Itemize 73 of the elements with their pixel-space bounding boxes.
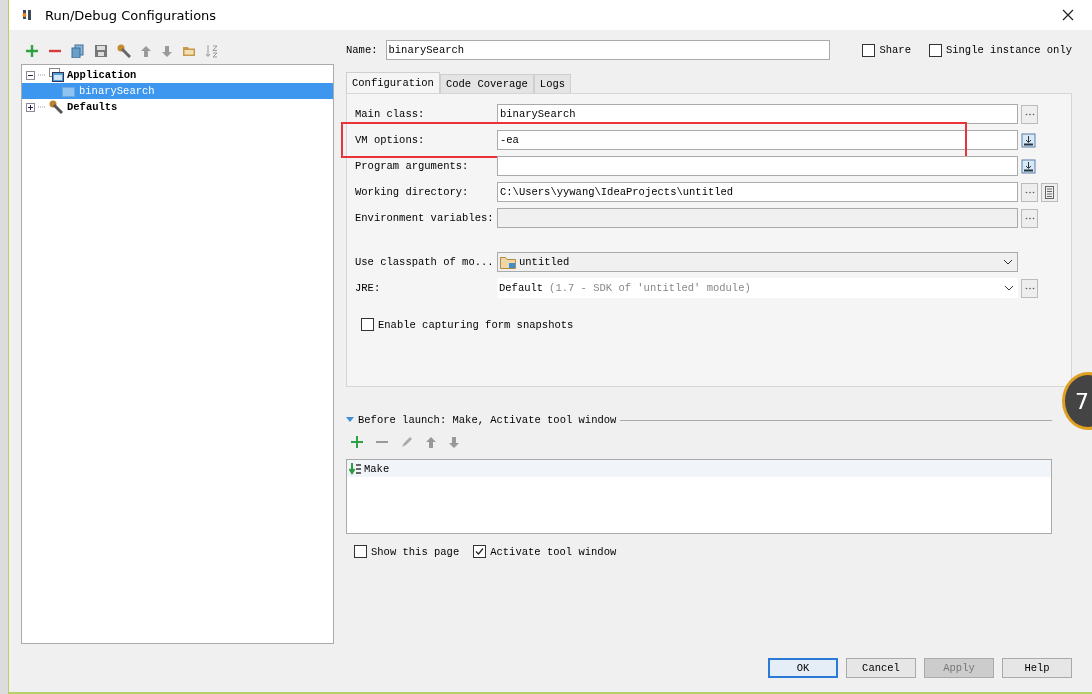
field-label: Working directory:	[355, 186, 470, 198]
task-label: Make	[364, 462, 390, 475]
move-down-icon[interactable]	[448, 435, 460, 449]
tab[interactable]: Code Coverage	[439, 74, 534, 93]
task-item[interactable]: Make	[347, 460, 1051, 477]
add-icon[interactable]	[350, 435, 364, 449]
ellipsis-icon[interactable]	[1024, 216, 1035, 220]
move-up-icon[interactable]	[140, 44, 152, 58]
checkbox[interactable]	[354, 545, 367, 558]
window-icon	[49, 68, 64, 82]
checkbox-label: Share	[879, 44, 911, 56]
tree-item[interactable]: Application	[22, 67, 333, 83]
tree-connector-line	[38, 74, 46, 76]
tree-connector-line	[38, 106, 46, 108]
tab[interactable]: Configuration	[346, 72, 440, 93]
checkbox[interactable]	[361, 318, 374, 331]
checkbox[interactable]	[862, 43, 876, 57]
field-label: Environment variables:	[355, 212, 495, 224]
wrench-icon	[49, 100, 64, 114]
collapse-arrow-icon[interactable]	[346, 416, 354, 424]
pencil-icon[interactable]	[400, 435, 414, 449]
dialog-button[interactable]: OK	[768, 658, 838, 678]
move-down-icon[interactable]	[161, 44, 173, 58]
module-dropdown[interactable]: untitled	[497, 252, 1018, 272]
tab[interactable]: Logs	[533, 74, 572, 93]
dialog-button[interactable]: Help	[1002, 658, 1072, 678]
ellipsis-icon[interactable]	[1024, 286, 1035, 290]
window-icon	[62, 85, 76, 97]
move-up-icon[interactable]	[425, 435, 437, 449]
collapse-icon[interactable]	[26, 70, 35, 80]
folder-icon[interactable]	[182, 44, 196, 58]
checkbox[interactable]	[473, 545, 487, 558]
checkbox-label: Single instance only	[945, 44, 1072, 56]
text-field[interactable]	[497, 156, 1018, 176]
checkbox-label: Enable capturing form snapshots	[378, 318, 574, 331]
add-icon[interactable]	[25, 44, 39, 58]
expand-icon[interactable]	[1021, 158, 1036, 174]
build-icon	[349, 462, 362, 475]
expand-icon[interactable]	[1021, 132, 1036, 148]
caret-icon	[1003, 259, 1013, 265]
field-label: JRE:	[355, 282, 382, 294]
document-icon	[1045, 185, 1054, 199]
sort-icon[interactable]	[205, 44, 219, 58]
name-label: Name:	[346, 44, 378, 56]
folder-icon	[500, 255, 516, 269]
checkbox-label: Activate tool window	[490, 545, 617, 558]
caret-icon	[1004, 285, 1014, 291]
text-field[interactable]: binarySearch	[497, 104, 1018, 124]
close-icon[interactable]	[1062, 9, 1074, 21]
window-title: Run/Debug Configurations	[45, 7, 218, 23]
tree-item[interactable]: Defaults	[22, 99, 333, 115]
field-label: Use classpath of mo...	[355, 256, 495, 268]
text-field[interactable]	[497, 208, 1018, 228]
ellipsis-icon[interactable]	[1024, 190, 1035, 194]
expand-icon[interactable]	[26, 102, 35, 112]
text-field[interactable]: C:\Users\yywang\IdeaProjects\untitled	[497, 182, 1018, 202]
field-label: VM options:	[355, 134, 426, 146]
macro-button[interactable]	[1041, 182, 1058, 202]
checkbox[interactable]	[928, 43, 942, 57]
dialog-button[interactable]: Cancel	[846, 658, 916, 678]
field-label: Program arguments:	[355, 160, 470, 172]
ellipsis-icon[interactable]	[1024, 112, 1035, 116]
save-icon[interactable]	[94, 44, 108, 58]
combo-value: Default (1.7 - SDK of 'untitled' module)	[499, 282, 752, 294]
dropdown-value: untitled	[519, 256, 571, 268]
wrench-icon[interactable]	[117, 44, 131, 58]
name-field[interactable]: binarySearch	[385, 40, 830, 60]
field-label: Main class:	[355, 108, 426, 120]
section-title: Before launch: Make, Activate tool window	[358, 414, 617, 426]
text-field[interactable]: -ea	[497, 130, 1018, 150]
checkbox-label: Show this page	[371, 545, 460, 558]
jre-combo[interactable]: Default (1.7 - SDK of 'untitled' module)	[497, 278, 1018, 298]
copy-icon[interactable]	[71, 44, 85, 58]
